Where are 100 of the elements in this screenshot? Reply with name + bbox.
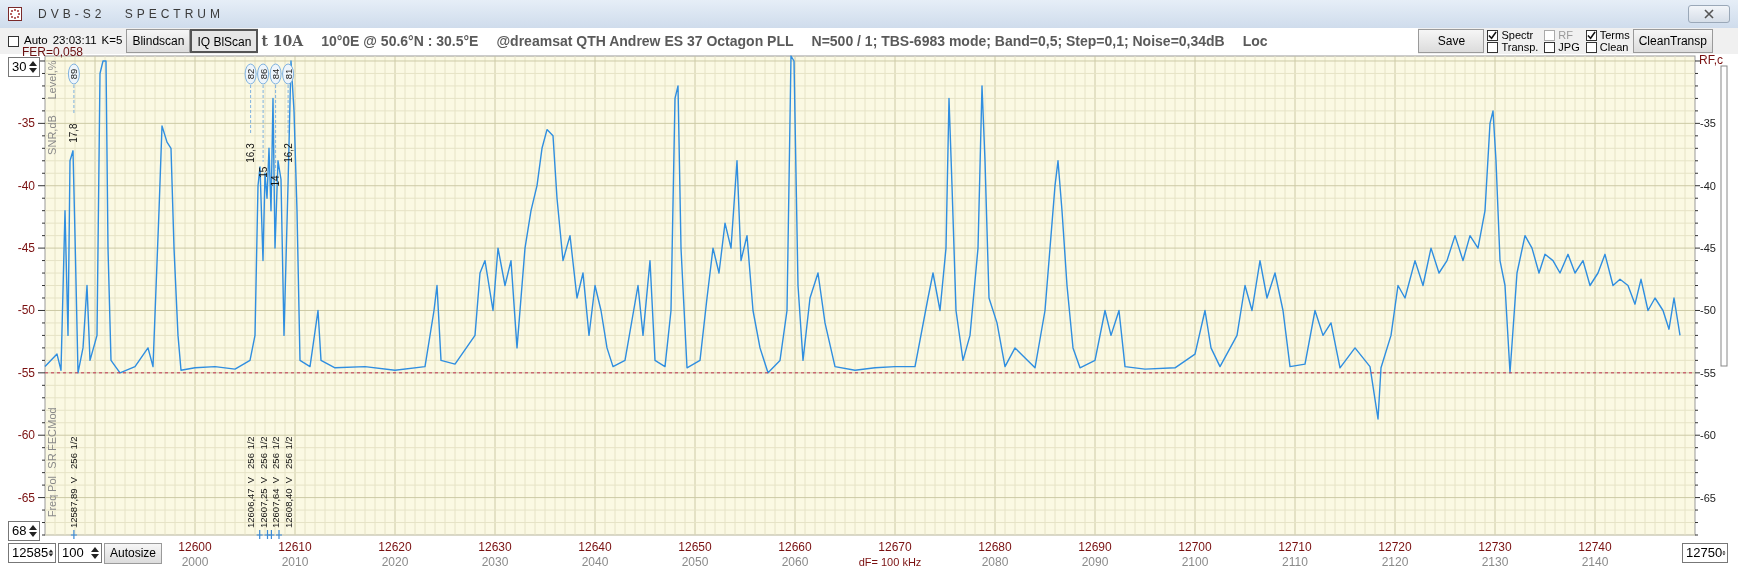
if-label: 2050: [681, 555, 709, 569]
if-label: 2000: [181, 555, 209, 569]
level-marker: 84: [269, 63, 282, 85]
option-checkbox[interactable]: Clean: [1585, 41, 1630, 53]
axis-caption: Freq: [46, 494, 58, 518]
x-axis-label: 12720: [1378, 540, 1412, 554]
sr-label: 256: [257, 453, 269, 469]
number-spinner[interactable]: 30: [8, 57, 40, 77]
x-axis-label: 12630: [478, 540, 512, 554]
info-text: @dreamsat QTH Andrew ES 37 Octagon PLL: [496, 31, 794, 51]
y-axis-label: -40: [17, 178, 35, 193]
axis-caption: Mod: [46, 407, 58, 429]
clean-transp-button[interactable]: CleanTransp: [1632, 29, 1713, 53]
spinner-arrows-icon: [28, 59, 38, 75]
right-axis-label: -45: [1700, 242, 1716, 255]
sr-label: 256: [270, 453, 282, 469]
if-label: 2040: [581, 555, 609, 569]
checkbox[interactable]: [8, 35, 19, 47]
window-title: DVB-S2 SPECTRUM: [38, 6, 225, 23]
if-label: 2080: [981, 555, 1009, 569]
level-marker: 81: [282, 63, 295, 85]
frequency-label: 12607,64: [270, 488, 282, 528]
x-axis-label: 12690: [1078, 540, 1112, 554]
if-label: 2030: [481, 555, 509, 569]
if-label: 2020: [381, 555, 409, 569]
checkbox[interactable]: [1585, 29, 1597, 41]
spinner-arrows-icon: [28, 523, 38, 539]
x-axis-label: 12620: [378, 540, 412, 554]
fec-label: 1/2: [270, 436, 282, 450]
fec-label: 1/2: [282, 436, 294, 450]
option-checkbox[interactable]: Terms: [1585, 29, 1630, 41]
fec-label: 1/2: [68, 436, 80, 450]
autosize-button[interactable]: Autosize: [104, 543, 163, 564]
level-marker: 82: [244, 63, 257, 85]
axis-caption: Level,%: [46, 60, 58, 100]
marker-tick: [70, 529, 78, 540]
snr-label: 17,8: [68, 123, 80, 143]
info-text: t 10A: [261, 31, 304, 51]
checkbox[interactable]: [1544, 41, 1556, 53]
step-label: dF= 100 kHz: [858, 556, 922, 568]
option-checkbox[interactable]: Transp.: [1487, 41, 1539, 53]
rf-caption: RF,c: [1699, 54, 1723, 67]
close-button[interactable]: [1688, 5, 1730, 23]
x-axis-label: 12600: [178, 540, 212, 554]
checkbox[interactable]: [1487, 41, 1499, 53]
y-axis-label: -50: [17, 303, 35, 318]
y-axis-label: -45: [17, 241, 35, 256]
leader-line: [287, 84, 289, 136]
pol-label: V: [282, 476, 294, 484]
toolbar-button[interactable]: IQ BlScan: [190, 29, 259, 53]
right-axis-label: -60: [1700, 429, 1716, 442]
toolbar-button[interactable]: Blindscan: [126, 29, 191, 53]
if-label: 2120: [1381, 555, 1409, 569]
fer-text: FER=0,058: [22, 46, 84, 59]
x-axis-label: 12740: [1578, 540, 1612, 554]
number-spinner[interactable]: 12585: [8, 543, 56, 563]
axis-caption: FEC: [46, 429, 58, 451]
right-axis-label: -35: [1700, 117, 1716, 130]
if-label: 2130: [1481, 555, 1509, 569]
pol-label: V: [270, 476, 282, 484]
pol-label: V: [68, 476, 80, 484]
frequency-label: 12587,89: [68, 488, 80, 528]
x-axis-label: 12650: [678, 540, 712, 554]
frequency-label: 12608,40: [282, 488, 294, 528]
x-axis-label: 12610: [278, 540, 312, 554]
app-icon: [8, 7, 22, 21]
checkbox[interactable]: [1487, 29, 1499, 41]
number-spinner[interactable]: 68: [8, 521, 40, 541]
level-marker: 89: [67, 63, 80, 85]
number-spinner[interactable]: 100: [58, 543, 102, 563]
option-checkbox[interactable]: JPG: [1544, 41, 1580, 53]
x-axis-label: 12680: [978, 540, 1012, 554]
if-label: 2060: [781, 555, 809, 569]
snr-label: 15: [257, 166, 269, 178]
if-label: 2100: [1181, 555, 1209, 569]
axis-caption: Pol: [46, 476, 58, 492]
right-axis-label: -50: [1700, 304, 1716, 317]
if-label: 2140: [1581, 555, 1609, 569]
right-axis-label: -65: [1700, 491, 1716, 504]
snr-label: 16,2: [282, 143, 294, 163]
if-label: 2090: [1081, 555, 1109, 569]
sr-label: 256: [68, 453, 80, 469]
leader-line: [250, 84, 252, 136]
k-value-text: K=5: [101, 33, 123, 49]
snr-label: 16,3: [245, 143, 257, 163]
save-button[interactable]: Save: [1418, 29, 1485, 53]
y-axis-label: -35: [17, 116, 35, 131]
axis-caption: SNR,dB: [46, 115, 58, 155]
x-axis-label: 12670: [878, 540, 912, 554]
info-text: 10°0E @ 50.6°N : 30.5°E: [321, 31, 479, 51]
option-checkbox[interactable]: Spectr: [1487, 29, 1539, 41]
right-axis-label: -40: [1700, 179, 1716, 192]
checkbox[interactable]: [1585, 41, 1597, 53]
x-axis-label: 12660: [778, 540, 812, 554]
pol-label: V: [257, 476, 269, 484]
y-axis-label: -65: [17, 490, 35, 505]
info-text: N=500 / 1; TBS-6983 mode; Band=0,5; Step=0,1; Noise=0,34dB: [811, 31, 1225, 51]
level-marker: 86: [257, 63, 270, 85]
sr-label: 256: [282, 453, 294, 469]
number-spinner[interactable]: 12750: [1682, 543, 1728, 563]
